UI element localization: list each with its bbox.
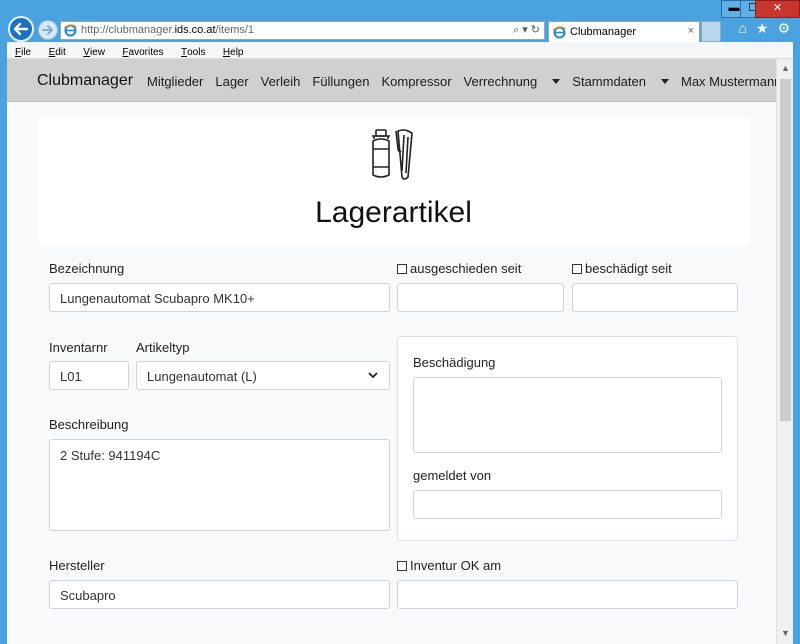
nav-verleih[interactable]: Verleih: [261, 74, 301, 89]
caret-down-icon: [552, 79, 561, 84]
beschaedigt-label: beschädigt seit: [585, 261, 672, 276]
beschreibung-textarea[interactable]: 2 Stufe: 941194C: [49, 439, 390, 531]
beschaedigt-checkbox[interactable]: [572, 264, 582, 274]
hersteller-label: Hersteller: [49, 558, 105, 573]
ausgeschieden-checkbox-row[interactable]: ausgeschieden seit: [397, 261, 521, 276]
menu-file-label: ile: [21, 47, 32, 58]
forward-arrow-icon: [42, 25, 53, 35]
menu-favorites[interactable]: Favorites: [114, 44, 168, 58]
vertical-scrollbar[interactable]: ▲ ▼: [776, 59, 793, 644]
tab-title: Clubmanager: [570, 26, 637, 38]
menu-bar: File Edit View Favorites Tools Help: [7, 42, 793, 59]
beschaedigung-textarea[interactable]: [413, 377, 722, 453]
inventarnr-label: Inventarnr: [49, 340, 108, 355]
hersteller-input[interactable]: Scubapro: [49, 580, 390, 609]
inventur-checkbox[interactable]: [397, 561, 407, 571]
page-header-card: Lagerartikel: [38, 117, 749, 245]
scroll-down-icon[interactable]: ▼: [781, 628, 790, 638]
beschaedigt-checkbox-row[interactable]: beschädigt seit: [572, 261, 672, 276]
window-left-border: [0, 42, 7, 644]
diving-gear-icon: [372, 129, 413, 180]
inventur-label: Inventur OK am: [410, 558, 502, 573]
bezeichnung-input[interactable]: Lungenautomat Scubapro MK10+: [49, 283, 390, 312]
minimize-icon: ▬: [728, 2, 740, 14]
page-title: Lagerartikel: [315, 196, 472, 229]
inventarnr-input[interactable]: L01: [49, 361, 129, 390]
beschreibung-label: Beschreibung: [49, 417, 129, 432]
ie-logo-icon: [64, 24, 77, 37]
artikeltyp-select[interactable]: Lungenautomat (L): [136, 361, 390, 390]
window-right-border: [793, 42, 800, 644]
ausgeschieden-date-input[interactable]: [397, 283, 564, 312]
artikeltyp-selected-value: Lungenautomat (L): [147, 369, 257, 384]
menu-edit-label: dit: [55, 47, 66, 58]
home-icon[interactable]: ⌂: [738, 20, 746, 37]
menu-help-accel: H: [222, 47, 231, 58]
url-prefix: http://clubmanager.: [81, 24, 175, 36]
ausgeschieden-checkbox[interactable]: [397, 264, 407, 274]
nav-verrechnung-label: Verrechnung: [463, 74, 538, 89]
nav-stammdaten-label: Stammdaten: [572, 74, 646, 89]
app-navbar: Clubmanager Mitglieder Lager Verleih Fül…: [7, 59, 776, 102]
url-host: ids.co.at: [174, 24, 216, 36]
nav-user-dropdown[interactable]: Max Mustermann: [681, 74, 776, 89]
nav-verrechnung-dropdown[interactable]: Verrechnung: [464, 74, 561, 89]
url-text: http://clubmanager.ids.co.at/items/1: [81, 24, 254, 36]
back-button[interactable]: [8, 16, 34, 42]
chevron-down-icon: [368, 372, 378, 379]
artikeltyp-label: Artikeltyp: [136, 340, 190, 355]
page-viewport: Clubmanager Mitglieder Lager Verleih Fül…: [7, 59, 776, 644]
bezeichnung-label: Bezeichnung: [49, 261, 125, 276]
menu-tools[interactable]: Tools: [173, 44, 210, 58]
url-tools[interactable]: ⌕ ▾ ↻: [513, 23, 540, 37]
scrollbar-thumb[interactable]: [780, 79, 791, 421]
gemeldet-label: gemeldet von: [413, 468, 492, 483]
menu-view-label: iew: [89, 47, 105, 58]
nav-fuellungen[interactable]: Füllungen: [312, 74, 369, 89]
menu-tools-label: ools: [187, 47, 206, 58]
settings-icon[interactable]: ⚙: [777, 20, 790, 37]
menu-help[interactable]: Help: [215, 44, 249, 58]
address-bar[interactable]: http://clubmanager.ids.co.at/items/1 ⌕ ▾…: [60, 21, 545, 40]
inventur-date-input[interactable]: [397, 580, 738, 609]
close-window-button[interactable]: ✕: [755, 0, 800, 18]
tab-ie-logo-icon: [553, 26, 566, 39]
nav-user-label: Max Mustermann: [680, 74, 776, 89]
address-row: http://clubmanager.ids.co.at/items/1 ⌕ ▾…: [0, 16, 800, 42]
gemeldet-input[interactable]: [413, 490, 722, 519]
menu-help-label: elp: [230, 47, 244, 58]
menu-edit-accel: E: [48, 47, 56, 58]
menu-view-accel: V: [83, 47, 90, 58]
tab-close-icon[interactable]: ×: [688, 25, 694, 37]
scroll-up-icon[interactable]: ▲: [781, 63, 790, 73]
nav-stammdaten-dropdown[interactable]: Stammdaten: [572, 74, 669, 89]
close-icon: ✕: [772, 2, 783, 14]
browser-tab[interactable]: Clubmanager ×: [548, 21, 700, 42]
damage-card: Beschädigung gemeldet von: [397, 336, 738, 541]
forward-button[interactable]: [38, 20, 58, 40]
beschaedigung-label: Beschädigung: [413, 355, 496, 370]
ausgeschieden-label: ausgeschieden seit: [410, 261, 522, 276]
beschaedigt-date-input[interactable]: [572, 283, 738, 312]
menu-edit[interactable]: Edit: [41, 44, 71, 58]
navbar-links: Mitglieder Lager Verleih Füllungen Kompr…: [147, 74, 776, 89]
nav-kompressor[interactable]: Kompressor: [381, 74, 451, 89]
new-tab-button[interactable]: [701, 21, 721, 42]
menu-favorites-label: avorites: [128, 47, 164, 58]
inventur-checkbox-row[interactable]: Inventur OK am: [397, 558, 501, 573]
back-arrow-icon: [13, 22, 29, 36]
menu-view[interactable]: View: [75, 44, 110, 58]
navbar-brand[interactable]: Clubmanager: [37, 72, 133, 90]
nav-lager[interactable]: Lager: [215, 74, 248, 89]
favorites-icon[interactable]: ★: [756, 20, 769, 37]
url-path: /items/1: [215, 24, 255, 36]
caret-down-icon: [660, 79, 669, 84]
browser-toolbar-icons: ⌂ ★ ⚙: [738, 20, 790, 37]
menu-file[interactable]: File: [7, 44, 36, 58]
window-titlebar: ▬ ☐ ✕: [0, 0, 800, 18]
nav-mitglieder[interactable]: Mitglieder: [147, 74, 203, 89]
